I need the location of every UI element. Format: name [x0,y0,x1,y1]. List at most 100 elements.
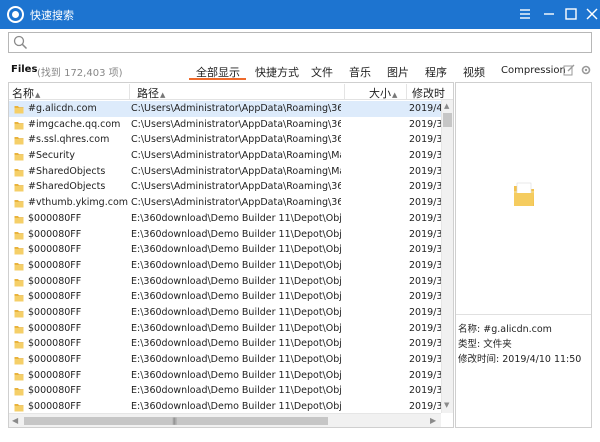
scroll-down-icon[interactable]: ▼ [444,401,449,409]
table-row[interactable]: $000080FF E:\360download\Demo Builder 11\… [9,383,441,399]
cell-modified: 2019/3/ [409,165,441,177]
cell-modified: 2019/3/ [409,275,441,287]
table-row[interactable]: $000080FF E:\360download\Demo Builder 11\… [9,227,441,243]
table-row[interactable]: $000080FF E:\360download\Demo Builder 11\… [9,368,441,384]
column-name-label: 名称 [12,87,34,100]
table-row[interactable]: $000080FF E:\360download\Demo Builder 11\… [9,242,441,258]
sort-asc-icon: ▲ [392,91,398,99]
edit-icon[interactable] [563,64,575,76]
folder-icon [14,355,24,365]
cell-modified: 2019/3/ [409,118,441,130]
column-divider[interactable] [406,84,407,99]
table-row[interactable]: $000080FF E:\360download\Demo Builder 11\… [9,352,441,368]
folder-icon [14,198,24,208]
cell-modified: 2019/3/ [409,197,441,209]
table-row[interactable]: $000080FF E:\360download\Demo Builder 11\… [9,274,441,290]
files-label: Files [11,64,38,75]
cell-path: E:\360download\Demo Builder 11\Depot\Obj… [131,385,341,397]
scroll-right-icon[interactable]: ▶ [430,416,436,425]
folder-icon [14,402,24,412]
cell-name: #s.ssl.qhres.com [28,134,110,146]
tab-compression[interactable]: Compression [501,65,566,76]
column-name[interactable]: 名称▲ [12,85,40,101]
vertical-scroll-thumb[interactable] [443,113,452,127]
filter-bar: Files (找到 172,403 项) 全部显示 快捷方式 文件 音乐 图片 … [0,60,600,82]
preview-name-label: 名称: [458,324,481,335]
cell-modified: 2019/3/ [409,150,441,162]
column-divider[interactable] [129,84,130,99]
column-modified[interactable]: 修改时 [412,85,445,101]
tab-images[interactable]: 图片 [387,64,409,80]
cell-name: $000080FF [28,369,82,381]
table-row[interactable]: $000080FF E:\360download\Demo Builder 11\… [9,211,441,227]
cell-name: $000080FF [28,338,82,350]
cell-name: $000080FF [28,212,82,224]
table-row[interactable]: #s.ssl.qhres.com C:\Users\Administrator\A… [9,132,441,148]
cell-path: E:\360download\Demo Builder 11\Depot\Obj… [131,228,341,240]
preview-type: 类型: 文件夹 [458,336,512,350]
cell-name: #imgcache.qq.com [28,118,121,130]
table-row[interactable]: $000080FF E:\360download\Demo Builder 11\… [9,336,441,352]
cell-path: C:\Users\Administrator\AppData\Roaming\3… [131,103,341,114]
tab-files[interactable]: 文件 [311,64,333,80]
cell-modified: 2019/3/ [409,228,441,240]
menu-icon[interactable] [515,4,535,24]
table-row[interactable]: $000080FF E:\360download\Demo Builder 11\… [9,258,441,274]
tab-programs[interactable]: 程序 [425,64,447,80]
vertical-scrollbar[interactable]: ▲ ▼ [441,100,453,413]
cell-path: C:\Users\Administrator\AppData\Roaming\3… [131,134,341,146]
table-row[interactable]: #SharedObjects C:\Users\Administrator\App… [9,164,441,180]
folder-icon [14,386,24,396]
table-row[interactable]: #g.alicdn.com C:\Users\Administrator\AppD… [9,101,441,117]
table-row[interactable]: #imgcache.qq.com C:\Users\Administrator\A… [9,117,441,133]
app-title: 快速搜索 [30,9,74,22]
cell-name: $000080FF [28,228,82,240]
cell-name: #SharedObjects [28,165,106,177]
cell-name: #g.alicdn.com [28,103,97,114]
scroll-up-icon[interactable]: ▲ [444,102,449,110]
cell-modified: 2019/3/ [409,354,441,365]
folder-icon [14,339,24,349]
cell-modified: 2019/3/ [409,134,441,146]
settings-icon[interactable] [580,64,592,76]
search-app-icon [7,6,24,23]
table-row[interactable]: $000080FF E:\360download\Demo Builder 11\… [9,305,441,321]
table-row[interactable]: $000080FF E:\360download\Demo Builder 11\… [9,399,441,413]
cell-modified: 2019/3/ [409,244,441,256]
table-row[interactable]: $000080FF E:\360download\Demo Builder 11\… [9,321,441,337]
maximize-icon[interactable] [561,4,581,24]
active-tab-indicator [189,78,246,80]
table-row[interactable]: #vthumb.ykimg.com C:\Users\Administrator\… [9,195,441,211]
table-row[interactable]: #SharedObjects C:\Users\Administrator\App… [9,179,441,195]
cell-modified: 2019/3/ [409,401,441,413]
preview-name: 名称: #g.alicdn.com [458,321,552,335]
scroll-grip-icon: ||| [172,417,177,425]
folder-icon [14,151,24,161]
folder-icon [14,292,24,302]
column-header: 名称▲ 路径▲ 大小▲ 修改时 [9,83,453,100]
cell-name: $000080FF [28,244,82,256]
tab-music[interactable]: 音乐 [349,64,371,80]
table-row[interactable]: #Security C:\Users\Administrator\AppData\… [9,148,441,164]
folder-icon [14,182,24,192]
column-path[interactable]: 路径▲ [137,85,165,101]
cell-path: E:\360download\Demo Builder 11\Depot\Obj… [131,369,341,381]
column-size[interactable]: 大小▲ [369,85,397,101]
folder-icon [14,214,24,224]
cell-modified: 2019/3/ [409,259,441,271]
tab-shortcuts[interactable]: 快捷方式 [255,64,299,80]
tab-videos[interactable]: 视频 [463,64,485,80]
cell-name: #vthumb.ykimg.com [28,197,129,209]
minimize-icon[interactable] [539,4,559,24]
cell-path: E:\360download\Demo Builder 11\Depot\Obj… [131,338,341,350]
horizontal-scrollbar[interactable]: ◀ ||| ▶ [9,413,441,427]
cell-path: C:\Users\Administrator\AppData\Roaming\3… [131,181,341,193]
cell-path: E:\360download\Demo Builder 11\Depot\Obj… [131,306,341,318]
close-icon[interactable] [582,4,600,24]
scroll-left-icon[interactable]: ◀ [12,416,18,425]
search-input[interactable] [8,32,592,53]
column-divider[interactable] [344,84,345,99]
table-row[interactable]: $000080FF E:\360download\Demo Builder 11\… [9,289,441,305]
cell-modified: 2019/3/ [409,369,441,381]
cell-path: C:\Users\Administrator\AppData\Roaming\3… [131,118,341,130]
